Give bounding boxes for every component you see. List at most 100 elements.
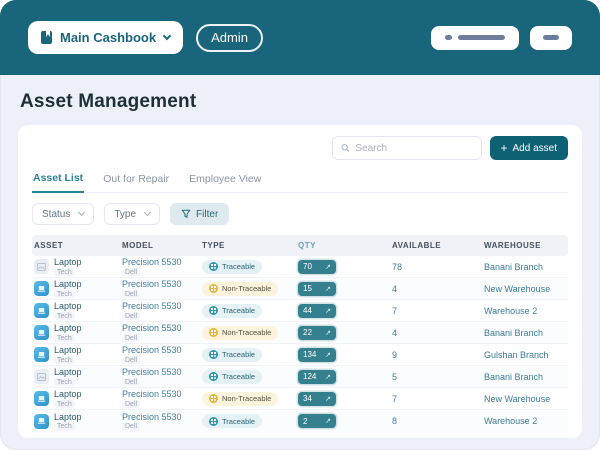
type-cell: Traceable <box>202 304 298 318</box>
arrow-up-right-icon: ↗ <box>325 307 331 315</box>
table-row[interactable]: Laptop Tech Precision 5530 Dell Traceabl… <box>32 344 568 366</box>
model-brand: Dell <box>122 356 140 364</box>
available-value: 7 <box>392 394 484 404</box>
tab-asset-list[interactable]: Asset List <box>32 170 84 193</box>
topbar-right-controls <box>431 26 572 50</box>
nav-placeholder-button-small[interactable] <box>530 26 572 50</box>
qty-badge[interactable]: 15 ↗ <box>298 282 336 296</box>
type-badge-label: Traceable <box>222 372 255 381</box>
qty-value: 34 <box>303 394 312 403</box>
table-row[interactable]: Laptop Tech Precision 5530 Dell Traceabl… <box>32 256 568 278</box>
status-dropdown-label: Status <box>42 209 70 220</box>
qty-value: 44 <box>303 306 312 315</box>
column-header-asset: ASSET <box>34 241 122 250</box>
table-row[interactable]: Laptop Tech Precision 5530 Dell Non-Trac… <box>32 388 568 410</box>
qty-badge[interactable]: 44 ↗ <box>298 304 336 318</box>
asset-management-card: + Add asset Asset List Out for Repair Em… <box>18 125 582 438</box>
qr-scan-icon <box>209 262 218 271</box>
asset-thumbnail <box>34 414 49 429</box>
asset-category: Tech <box>54 423 75 431</box>
type-badge-label: Non-Traceable <box>222 394 271 403</box>
qty-value: 134 <box>303 350 316 359</box>
qty-cell: 34 ↗ <box>298 392 392 406</box>
warehouse-link[interactable]: Gulshan Branch <box>484 350 568 360</box>
warehouse-link[interactable]: New Warehouse <box>484 284 568 294</box>
warehouse-link[interactable]: Banani Branch <box>484 262 568 272</box>
qty-badge[interactable]: 124 ↗ <box>298 370 336 384</box>
available-value: 4 <box>392 284 484 294</box>
model-cell: Precision 5530 Dell <box>122 323 202 342</box>
model-name: Precision 5530 <box>122 279 202 289</box>
plus-icon: + <box>501 142 508 154</box>
asset-category: Tech <box>54 312 75 320</box>
column-header-model: MODEL <box>122 241 202 250</box>
search-box[interactable] <box>332 136 482 160</box>
add-asset-button[interactable]: + Add asset <box>490 136 569 160</box>
asset-name: Laptop <box>54 301 82 311</box>
skeleton-bar <box>458 35 505 40</box>
qty-badge[interactable]: 134 ↗ <box>298 348 336 362</box>
model-cell: Precision 5530 Dell <box>122 257 202 276</box>
qty-value: 2 <box>303 417 307 426</box>
tab-employee-view[interactable]: Employee View <box>188 170 262 192</box>
cashbook-selector[interactable]: Main Cashbook <box>28 21 183 54</box>
warehouse-link[interactable]: Warehouse 2 <box>484 306 568 316</box>
qty-cell: 134 ↗ <box>298 348 392 362</box>
type-badge: Non-Traceable <box>202 326 278 340</box>
column-header-available: AVAILABLE <box>392 241 484 250</box>
warehouse-link[interactable]: New Warehouse <box>484 394 568 404</box>
laptop-photo-icon <box>37 329 46 337</box>
table-row[interactable]: Laptop Tech Precision 5530 Dell Traceabl… <box>32 300 568 322</box>
funnel-icon <box>181 209 191 219</box>
type-badge: Traceable <box>202 348 262 362</box>
qr-scan-icon <box>209 306 218 315</box>
arrow-up-right-icon: ↗ <box>325 395 331 403</box>
qty-badge[interactable]: 70 ↗ <box>298 260 336 274</box>
column-header-type: TYPE <box>202 241 298 250</box>
type-dropdown[interactable]: Type <box>104 203 160 225</box>
warehouse-link[interactable]: Warehouse 2 <box>484 416 568 426</box>
qty-cell: 70 ↗ <box>298 260 392 274</box>
nav-placeholder-button[interactable] <box>431 26 519 50</box>
chevron-down-icon <box>78 209 85 216</box>
asset-thumbnail <box>34 325 49 340</box>
qty-badge[interactable]: 34 ↗ <box>298 392 336 406</box>
qty-badge[interactable]: 2 ↗ <box>298 414 336 428</box>
arrow-up-right-icon: ↗ <box>325 417 331 425</box>
search-input[interactable] <box>355 143 472 154</box>
filter-button[interactable]: Filter <box>170 203 229 225</box>
table-row[interactable]: Laptop Tech Precision 5530 Dell Non-Trac… <box>32 278 568 300</box>
asset-name: Laptop <box>54 412 82 422</box>
available-value: 7 <box>392 306 484 316</box>
model-brand: Dell <box>122 423 140 431</box>
type-badge-label: Non-Traceable <box>222 284 271 293</box>
available-value: 4 <box>392 328 484 338</box>
type-badge-label: Traceable <box>222 350 255 359</box>
qty-value: 70 <box>303 262 312 271</box>
qty-badge[interactable]: 22 ↗ <box>298 326 336 340</box>
filter-button-label: Filter <box>196 209 218 220</box>
table-row[interactable]: Laptop Tech Precision 5530 Dell Non-Trac… <box>32 322 568 344</box>
warehouse-link[interactable]: Banani Branch <box>484 328 568 338</box>
asset-thumbnail <box>34 259 49 274</box>
column-header-warehouse: WAREHOUSE <box>484 241 568 250</box>
qr-scan-icon <box>209 372 218 381</box>
table-row[interactable]: Laptop Tech Precision 5530 Dell Traceabl… <box>32 366 568 388</box>
tab-out-for-repair[interactable]: Out for Repair <box>102 170 170 192</box>
asset-cell: Laptop Tech <box>34 257 122 276</box>
laptop-photo-icon <box>37 351 46 359</box>
asset-name: Laptop <box>54 389 82 399</box>
warehouse-link[interactable]: Banani Branch <box>484 372 568 382</box>
table-row[interactable]: Laptop Tech Precision 5530 Dell Traceabl… <box>32 410 568 432</box>
asset-thumbnail <box>34 391 49 406</box>
skeleton-dot <box>445 35 452 40</box>
filter-row: Status Type Filter <box>32 203 568 225</box>
asset-thumbnail <box>34 369 49 384</box>
status-dropdown[interactable]: Status <box>32 203 94 225</box>
qty-cell: 2 ↗ <box>298 414 392 428</box>
type-dropdown-label: Type <box>114 209 136 220</box>
asset-cell: Laptop Tech <box>34 412 122 431</box>
qty-cell: 15 ↗ <box>298 282 392 296</box>
asset-name: Laptop <box>54 279 82 289</box>
model-name: Precision 5530 <box>122 367 202 377</box>
